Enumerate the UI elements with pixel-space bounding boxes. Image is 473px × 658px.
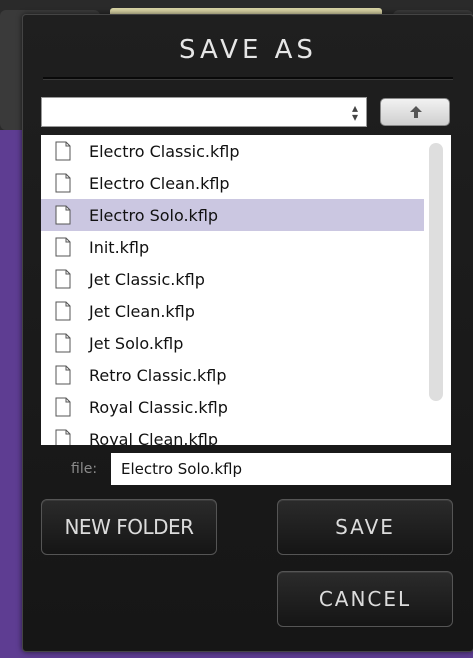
cancel-button[interactable]: CANCEL [277, 571, 453, 627]
dialog-title: SAVE AS [179, 35, 317, 65]
file-list-item[interactable]: Electro Classic.kflp [41, 135, 424, 167]
file-list-item[interactable]: Electro Solo.kflp [41, 199, 424, 231]
file-list-item[interactable]: Electro Clean.kflp [41, 167, 424, 199]
file-list-scrollbar[interactable] [429, 143, 443, 401]
arrow-up-icon [410, 106, 422, 118]
title-divider [43, 77, 453, 80]
save-button[interactable]: SAVE [277, 499, 453, 555]
file-list-item[interactable]: Royal Clean.kflp [41, 423, 424, 445]
select-arrows-icon: ▴ ▾ [351, 101, 358, 124]
document-icon [55, 269, 71, 289]
file-name: Electro Classic.kflp [89, 142, 240, 161]
file-name: Retro Classic.kflp [89, 366, 227, 385]
file-name: Royal Classic.kflp [89, 398, 228, 417]
file-name: Init.kflp [89, 238, 150, 257]
file-name: Jet Clean.kflp [89, 302, 195, 321]
file-name: Royal Clean.kflp [89, 430, 218, 445]
file-name-input[interactable]: Electro Solo.kflp [111, 453, 451, 485]
file-name-label: file: [71, 461, 98, 477]
file-name: Jet Solo.kflp [89, 334, 184, 353]
file-list-item[interactable]: Jet Solo.kflp [41, 327, 424, 359]
file-list-item[interactable]: Retro Classic.kflp [41, 359, 424, 391]
document-icon [55, 173, 71, 193]
save-as-dialog: SAVE AS ▴ ▾ Royal Clean.kflp Royal Classic… [22, 14, 473, 652]
document-icon [55, 141, 71, 161]
document-icon [55, 205, 71, 225]
file-name: Electro Clean.kflp [89, 174, 230, 193]
document-icon [55, 429, 71, 445]
file-name: Electro Solo.kflp [89, 206, 219, 225]
file-name: Jet Classic.kflp [89, 270, 205, 289]
document-icon [55, 237, 71, 257]
document-icon [55, 301, 71, 321]
document-icon [55, 333, 71, 353]
file-list-item[interactable]: Jet Clean.kflp [41, 295, 424, 327]
file-list-item[interactable]: Jet Classic.kflp [41, 263, 424, 295]
document-icon [55, 397, 71, 417]
file-list-item[interactable]: Royal Classic.kflp [41, 391, 424, 423]
file-list-item[interactable]: Init.kflp [41, 231, 424, 263]
parent-folder-button[interactable] [380, 98, 450, 126]
new-folder-button[interactable]: NEW FOLDER [41, 499, 217, 555]
file-list[interactable]: Royal Clean.kflp Royal Classic.kflp Retro … [41, 135, 451, 445]
folder-path-select[interactable]: ▴ ▾ [41, 97, 367, 127]
document-icon [55, 365, 71, 385]
